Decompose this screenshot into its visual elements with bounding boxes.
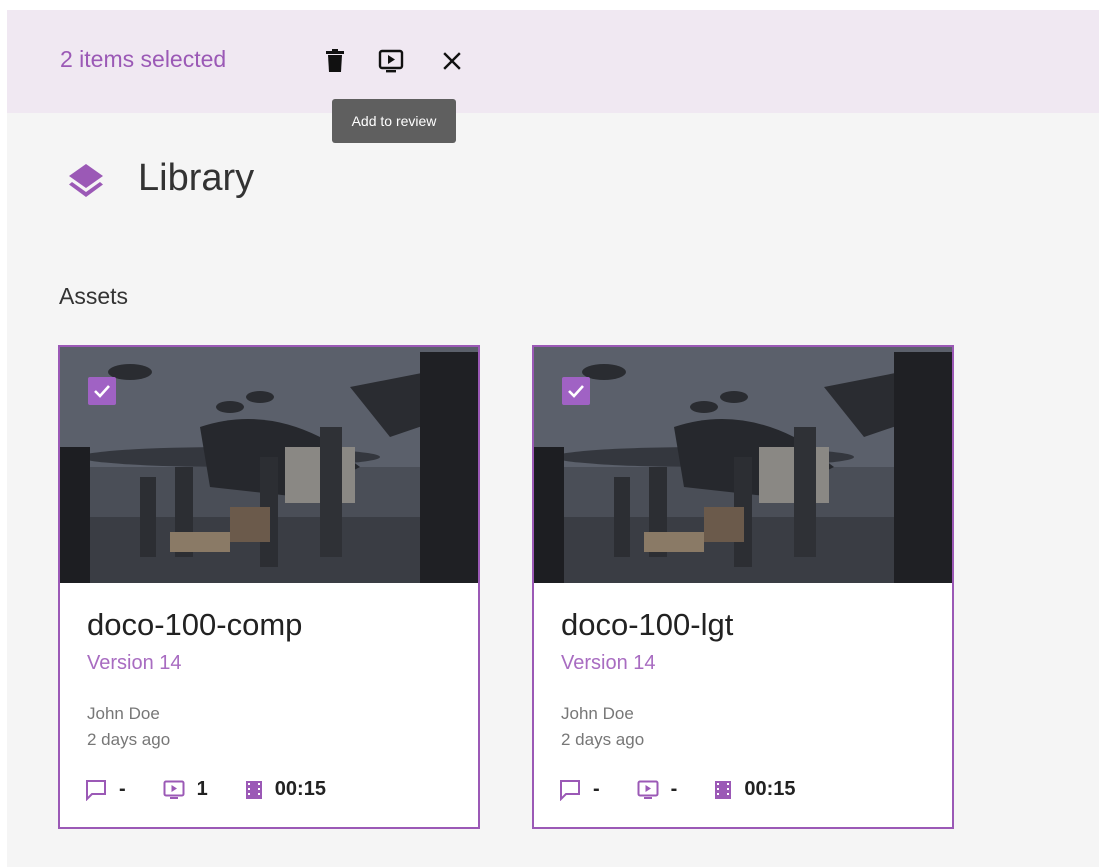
duration-stat: 00:15 — [714, 778, 796, 801]
asset-name: doco-100-lgt — [561, 607, 734, 642]
asset-card[interactable]: doco-100-lgt Version 14 John Doe 2 days … — [532, 345, 954, 829]
selection-bar: 2 items selected — [7, 10, 1099, 113]
film-icon — [715, 780, 732, 799]
page-title: Library — [138, 157, 255, 199]
comment-icon — [86, 779, 106, 801]
duration-stat: 00:15 — [245, 778, 326, 801]
asset-author: John Doe — [87, 704, 160, 723]
comments-count: - — [593, 778, 600, 800]
asset-thumbnail — [60, 347, 478, 583]
selection-count: 2 items selected — [60, 46, 227, 72]
comments-stat: - — [85, 778, 126, 801]
film-icon — [245, 780, 262, 799]
asset-version: Version 14 — [87, 652, 182, 674]
asset-card[interactable]: doco-100-comp Version 14 John Doe 2 days… — [58, 345, 480, 829]
app-frame: 2 items selected Add to review Library A… — [7, 10, 1099, 867]
comments-count: - — [119, 778, 126, 800]
selected-checkbox[interactable] — [88, 377, 116, 405]
close-icon[interactable] — [439, 48, 465, 74]
reviews-stat: 1 — [163, 778, 208, 801]
reviews-count: 1 — [196, 778, 208, 800]
asset-version: Version 14 — [561, 652, 656, 674]
duration-value: 00:15 — [744, 778, 796, 800]
layers-icon — [65, 160, 107, 202]
review-icon — [637, 780, 659, 799]
duration-value: 00:15 — [274, 778, 326, 800]
asset-time: 2 days ago — [561, 730, 645, 749]
asset-author: John Doe — [561, 704, 634, 723]
asset-stats: - - 00:15 — [559, 778, 833, 801]
reviews-count: - — [670, 778, 678, 800]
asset-stats: - 1 00:15 — [85, 778, 363, 801]
review-icon — [163, 780, 185, 799]
asset-time: 2 days ago — [87, 730, 171, 749]
selected-checkbox[interactable] — [562, 377, 590, 405]
asset-thumbnail — [534, 347, 952, 583]
delete-icon[interactable] — [322, 48, 348, 74]
reviews-stat: - — [637, 778, 678, 801]
comment-icon — [560, 779, 580, 801]
tooltip-add-to-review: Add to review — [332, 99, 456, 143]
comments-stat: - — [559, 778, 600, 801]
section-label-assets: Assets — [59, 283, 129, 309]
asset-name: doco-100-comp — [87, 607, 303, 642]
add-to-review-icon[interactable] — [378, 48, 404, 74]
